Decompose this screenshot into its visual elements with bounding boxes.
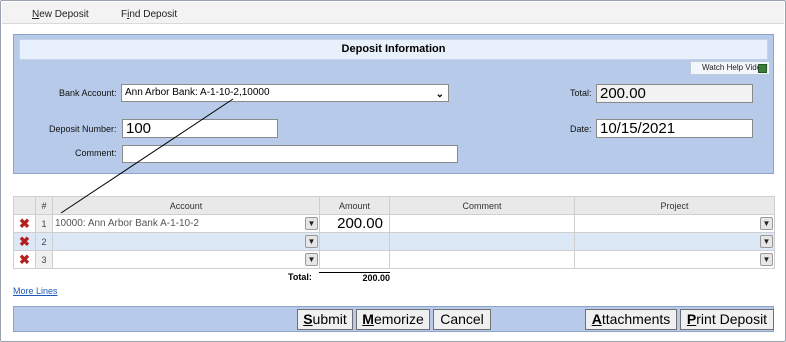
bank-account-select[interactable]: Ann Arbor Bank: A-1-10-2,10000 ⌄ [121, 84, 449, 102]
amount-cell[interactable] [319, 232, 390, 251]
table-row: ✖ 2 ▼ ▼ [13, 232, 775, 251]
chevron-down-icon[interactable]: ▼ [305, 235, 318, 248]
help-video-link[interactable]: Watch Help Video! [690, 61, 770, 75]
bank-account-value: Ann Arbor Bank: A-1-10-2,10000 [125, 87, 270, 98]
account-value: 10000: Ann Arbor Bank A-1-10-2 [55, 218, 199, 229]
deposit-number-label: Deposit Number: [49, 124, 117, 134]
project-cell[interactable]: ▼ [574, 214, 775, 233]
comment-label: Comment: [75, 148, 117, 158]
delete-col-header [13, 196, 36, 215]
project-cell[interactable]: ▼ [574, 250, 775, 269]
row-number: 3 [35, 250, 53, 269]
delete-row-icon[interactable]: ✖ [13, 232, 36, 251]
grid-total-value: 200.00 [319, 272, 390, 283]
total-field: 200.00 [596, 84, 753, 103]
deposit-number-input[interactable]: 100 [122, 119, 278, 138]
account-cell[interactable]: ▼ [52, 232, 320, 251]
print-deposit-button[interactable]: Print Deposit [680, 309, 774, 330]
grid-total-label: Total: [288, 272, 312, 282]
more-lines-link[interactable]: More Lines [13, 286, 58, 296]
num-col-header: # [35, 196, 53, 215]
chevron-down-icon[interactable]: ▼ [760, 235, 773, 248]
comment-cell[interactable] [389, 232, 575, 251]
deposit-window: New Deposit Find Deposit Deposit Informa… [0, 0, 786, 342]
top-menu-bar: New Deposit Find Deposit [2, 2, 784, 24]
chevron-down-icon[interactable]: ▼ [760, 253, 773, 266]
chevron-down-icon[interactable]: ▼ [305, 217, 318, 230]
chevron-down-icon[interactable]: ▼ [760, 217, 773, 230]
film-icon [758, 64, 767, 73]
total-label: Total: [570, 88, 592, 98]
attachments-button[interactable]: Attachments [585, 309, 677, 330]
bank-account-label: Bank Account: [59, 88, 117, 98]
comment-input[interactable] [122, 145, 458, 163]
deposit-lines-grid: # Account Amount Comment Project ✖ 1 100… [13, 196, 775, 270]
deposit-info-panel: Deposit Information Watch Help Video! Ba… [13, 34, 774, 174]
chevron-down-icon: ⌄ [435, 89, 444, 100]
amount-value: 200.00 [337, 215, 383, 232]
memorize-button[interactable]: Memorize [356, 309, 430, 330]
row-number: 2 [35, 232, 53, 251]
amount-cell[interactable] [319, 250, 390, 269]
delete-row-icon[interactable]: ✖ [13, 214, 36, 233]
find-deposit-link[interactable]: Find Deposit [121, 9, 177, 20]
date-input[interactable]: 10/15/2021 [596, 119, 753, 138]
comment-cell[interactable] [389, 214, 575, 233]
table-row: ✖ 3 ▼ ▼ [13, 250, 775, 269]
cancel-button[interactable]: Cancel [433, 309, 491, 330]
table-row: ✖ 1 10000: Ann Arbor Bank A-1-10-2 ▼ 200.… [13, 214, 775, 233]
chevron-down-icon[interactable]: ▼ [305, 253, 318, 266]
comment-col-header: Comment [389, 196, 575, 215]
comment-cell[interactable] [389, 250, 575, 269]
amount-cell[interactable]: 200.00 [319, 214, 390, 233]
panel-title: Deposit Information [19, 39, 768, 60]
project-col-header: Project [574, 196, 775, 215]
account-cell[interactable]: 10000: Ann Arbor Bank A-1-10-2 ▼ [52, 214, 320, 233]
button-bar: Submit Memorize Cancel Attachments Print… [13, 306, 774, 332]
project-cell[interactable]: ▼ [574, 232, 775, 251]
account-col-header: Account [52, 196, 320, 215]
new-deposit-link[interactable]: New Deposit [32, 9, 89, 20]
row-number: 1 [35, 214, 53, 233]
amount-col-header: Amount [319, 196, 390, 215]
delete-row-icon[interactable]: ✖ [13, 250, 36, 269]
date-label: Date: [570, 124, 592, 134]
submit-button[interactable]: Submit [297, 309, 353, 330]
account-cell[interactable]: ▼ [52, 250, 320, 269]
